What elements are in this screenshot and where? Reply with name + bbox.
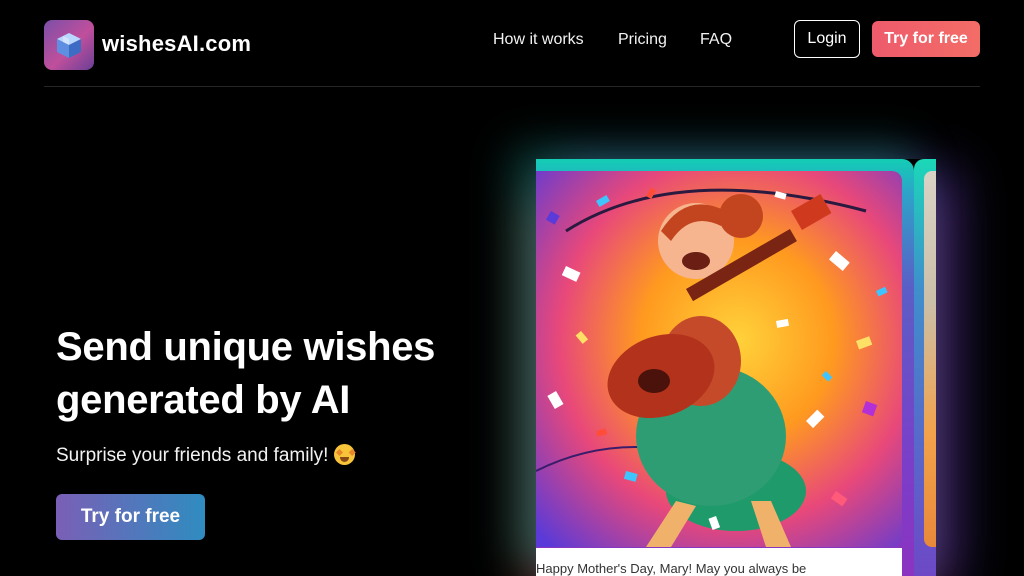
wish-card-artwork bbox=[536, 171, 902, 547]
hero-subtitle-text: Surprise your friends and family! bbox=[56, 445, 329, 466]
hero-headline: Send unique wishes generated by AI bbox=[56, 321, 435, 427]
star-struck-emoji-icon bbox=[334, 444, 356, 465]
wish-card-carousel[interactable]: Happy Mother's Day, Mary! May you always… bbox=[536, 159, 936, 576]
header-divider bbox=[44, 86, 980, 87]
wish-card[interactable]: Happy Mother's Day, Mary! May you always… bbox=[536, 159, 914, 576]
login-button[interactable]: Login bbox=[794, 20, 860, 58]
wish-card-caption-area: Happy Mother's Day, Mary! May you always… bbox=[536, 548, 902, 576]
nav-faq[interactable]: FAQ bbox=[700, 31, 732, 49]
next-wish-card[interactable] bbox=[914, 159, 936, 576]
hero-headline-line-2: generated by AI bbox=[56, 378, 351, 422]
hero-headline-line-1: Send unique wishes bbox=[56, 325, 436, 369]
brand-name[interactable]: wishesAI.com bbox=[102, 31, 251, 57]
nav-pricing[interactable]: Pricing bbox=[618, 31, 667, 49]
try-for-free-header-button[interactable]: Try for free bbox=[872, 21, 980, 57]
try-for-free-hero-button[interactable]: Try for free bbox=[56, 494, 205, 540]
logo[interactable] bbox=[44, 20, 94, 70]
ai-artwork-image bbox=[536, 171, 902, 547]
cube-icon bbox=[57, 33, 81, 58]
wish-card-caption: Happy Mother's Day, Mary! May you always… bbox=[536, 561, 807, 576]
next-wish-card-artwork bbox=[924, 171, 936, 547]
nav-how-it-works[interactable]: How it works bbox=[493, 31, 584, 49]
hero-subtitle: Surprise your friends and family! bbox=[56, 444, 356, 467]
